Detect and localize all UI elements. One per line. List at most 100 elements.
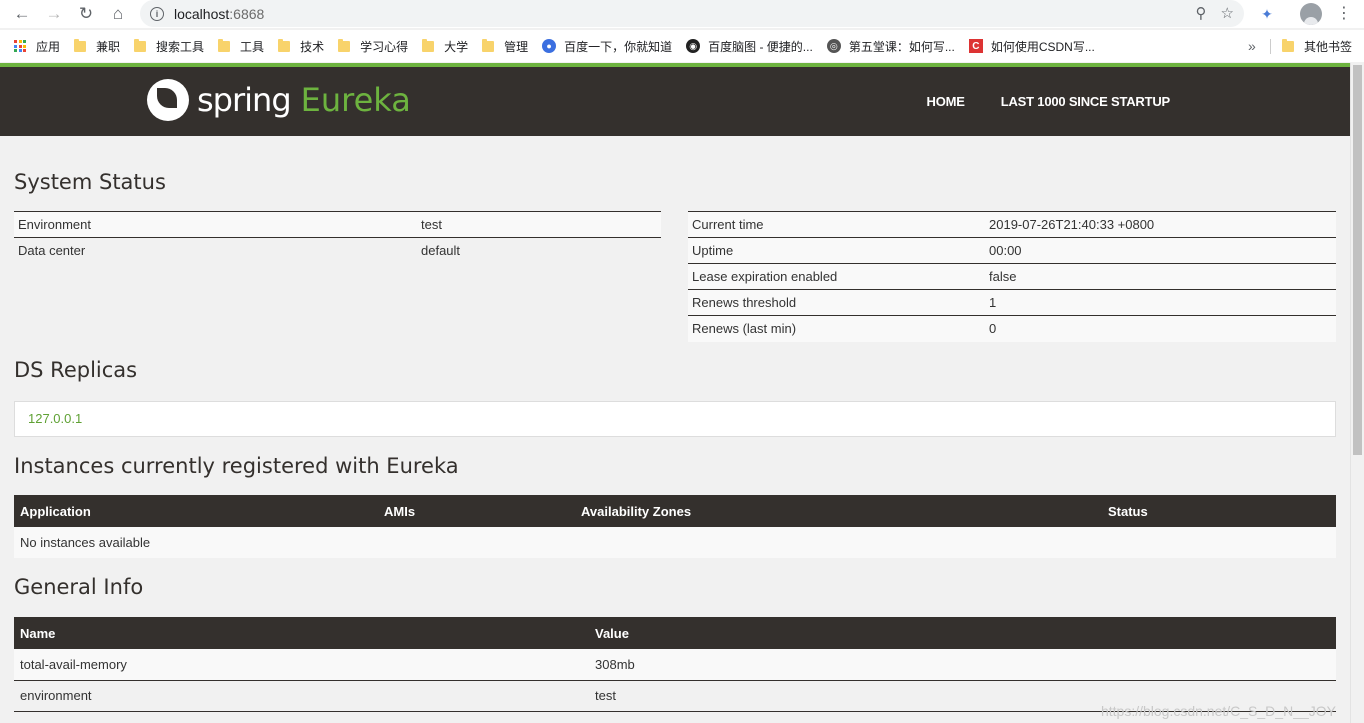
page-scrollbar[interactable]: [1350, 63, 1364, 723]
folder-icon: [218, 38, 231, 52]
bookmark-folder[interactable]: 工具: [218, 38, 264, 55]
ds-replicas-title: DS Replicas: [14, 358, 138, 382]
address-bar[interactable]: i localhost:6868 ⚲ ☆: [140, 0, 1244, 27]
bookmark-label: 兼职: [96, 39, 121, 54]
column-header[interactable]: Application: [14, 495, 378, 527]
folder-icon: [134, 38, 147, 52]
status-value: 00:00: [985, 237, 1336, 264]
system-status-title: System Status: [14, 170, 166, 194]
status-value: 1: [985, 289, 1336, 316]
table-row: Current time 2019-07-26T21:40:33 +0800: [688, 211, 1336, 238]
ds-replicas-list: 127.0.0.1: [14, 401, 1336, 437]
general-info-title: General Info: [14, 575, 144, 599]
info-name: environment: [14, 680, 589, 712]
replica-link[interactable]: 127.0.0.1: [28, 411, 82, 426]
folder-icon: [278, 38, 291, 52]
folder-icon: [338, 38, 351, 52]
info-name: total-avail-memory: [14, 649, 589, 681]
home-icon[interactable]: ⌂: [102, 0, 134, 28]
table-row: No instances available: [14, 527, 1336, 558]
bookmark-label: 第五堂课：如何写...: [848, 39, 955, 54]
bookmark-label: 百度脑图 - 便捷的...: [708, 39, 813, 54]
column-header[interactable]: Value: [589, 617, 1336, 649]
url-port: :6868: [229, 5, 265, 22]
info-value: 308mb: [589, 649, 1336, 681]
reload-icon[interactable]: ↻: [70, 0, 102, 28]
owl-icon: ◉: [686, 39, 701, 53]
bookmark-label: 学习心得: [360, 39, 409, 54]
page-content: spring Eureka HOME LAST 1000 SINCE START…: [0, 63, 1350, 723]
bookmark-label: 技术: [300, 39, 325, 54]
bookmark-folder[interactable]: 学习心得: [338, 38, 408, 55]
bookmark-label: 管理: [504, 39, 529, 54]
apps-icon: [14, 40, 26, 52]
extension-icon[interactable]: ✦: [1256, 3, 1278, 25]
status-value: 0: [985, 315, 1336, 342]
spring-eureka-logo[interactable]: spring Eureka: [147, 79, 411, 121]
url-host: localhost: [174, 5, 230, 22]
bookmark-naotu[interactable]: ◉ 百度脑图 - 便捷的...: [686, 38, 813, 55]
nav-home-link[interactable]: HOME: [927, 94, 965, 109]
csdn-icon: C: [968, 39, 983, 53]
bookmark-label: 搜索工具: [156, 39, 205, 54]
bookmark-baidu[interactable]: ● 百度一下，你就知道: [542, 38, 672, 55]
forward-icon[interactable]: →: [38, 0, 70, 28]
status-label: Lease expiration enabled: [688, 263, 985, 290]
bookmark-label: 百度一下，你就知道: [564, 39, 673, 54]
status-label: Uptime: [688, 237, 985, 264]
table-row: Lease expiration enabled false: [688, 263, 1336, 290]
folder-icon: [74, 38, 87, 52]
instances-table: Application AMIs Availability Zones Stat…: [14, 495, 1336, 558]
column-header[interactable]: Status: [1102, 495, 1336, 527]
bookmark-label: 大学: [444, 39, 469, 54]
info-icon[interactable]: i: [150, 6, 164, 21]
status-value: false: [985, 263, 1336, 290]
bookmark-folder[interactable]: 管理: [482, 38, 528, 55]
bookmark-other[interactable]: 其他书签: [1282, 30, 1352, 62]
column-header[interactable]: Availability Zones: [575, 495, 1102, 527]
table-row: Data center default: [14, 237, 661, 264]
bookmark-apps[interactable]: 应用: [14, 38, 60, 55]
bookmark-folder[interactable]: 大学: [422, 38, 468, 55]
bookmark-lesson[interactable]: ◎ 第五堂课：如何写...: [826, 38, 955, 55]
logo-eureka-text: Eureka: [300, 81, 411, 119]
bookmark-csdn[interactable]: C 如何使用CSDN写...: [968, 38, 1095, 55]
more-bookmarks-icon[interactable]: »: [1248, 30, 1256, 62]
status-label: Data center: [14, 237, 417, 264]
bookmark-label: 应用: [36, 39, 61, 54]
general-info-table: Name Value total-avail-memory 308mb envi…: [14, 617, 1336, 712]
status-value: 2019-07-26T21:40:33 +0800: [985, 211, 1336, 238]
table-row: Renews (last min) 0: [688, 315, 1336, 342]
logo-spring-text: spring: [197, 81, 292, 119]
browser-toolbar: ← → ↻ ⌂ i localhost:6868 ⚲ ☆ ✦ ⋮: [0, 0, 1364, 28]
empty-message: No instances available: [14, 527, 1336, 558]
bookmark-label: 其他书签: [1304, 39, 1353, 54]
menu-icon[interactable]: ⋮: [1334, 2, 1354, 26]
bookmarks-bar: 应用 兼职 搜索工具 工具 技术 学习心得 大学 管理 ● 百度一下，你就知道 ◉…: [0, 30, 1364, 62]
table-row: Uptime 00:00: [688, 237, 1336, 264]
table-row: Renews threshold 1: [688, 289, 1336, 316]
scrollbar-thumb[interactable]: [1353, 65, 1362, 455]
spring-leaf-icon: [147, 79, 189, 121]
bookmark-folder[interactable]: 兼职: [74, 38, 120, 55]
folder-icon: [422, 38, 435, 52]
star-icon[interactable]: ☆: [1221, 4, 1234, 22]
column-header[interactable]: AMIs: [378, 495, 575, 527]
status-value: default: [417, 237, 661, 264]
table-header-row: Application AMIs Availability Zones Stat…: [14, 495, 1336, 527]
bookmark-folder[interactable]: 搜索工具: [134, 38, 204, 55]
system-status-right-table: Current time 2019-07-26T21:40:33 +0800 Up…: [688, 211, 1336, 342]
table-row: total-avail-memory 308mb: [14, 649, 1336, 681]
column-header[interactable]: Name: [14, 617, 589, 649]
table-row: Environment test: [14, 211, 661, 238]
table-header-row: Name Value: [14, 617, 1336, 649]
nav-last-1000-link[interactable]: LAST 1000 SINCE STARTUP: [1001, 94, 1170, 109]
system-status-left-table: Environment test Data center default: [14, 211, 661, 264]
bookmark-folder[interactable]: 技术: [278, 38, 324, 55]
zoom-icon[interactable]: ⚲: [1196, 4, 1207, 22]
status-label: Environment: [14, 211, 417, 238]
bookmark-label: 工具: [240, 39, 265, 54]
globe-icon: ◎: [826, 39, 841, 53]
back-icon[interactable]: ←: [6, 0, 38, 28]
profile-avatar[interactable]: [1300, 3, 1322, 25]
